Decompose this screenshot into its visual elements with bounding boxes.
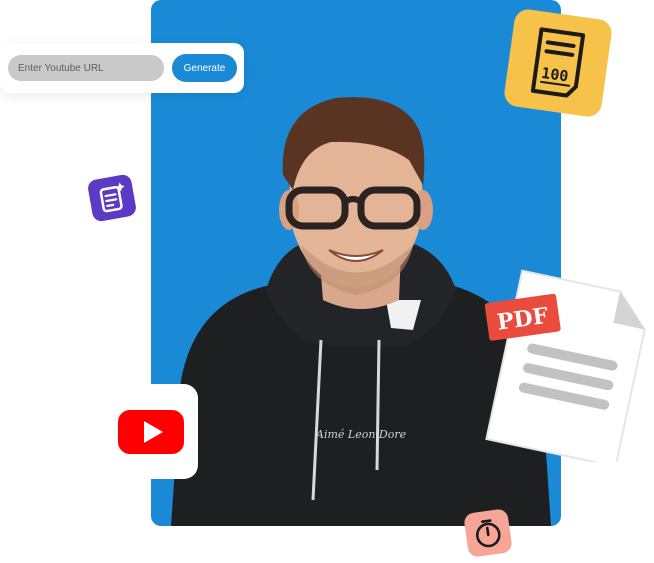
youtube-card bbox=[112, 384, 198, 479]
document-ai-icon bbox=[99, 182, 125, 213]
pdf-document-icon: PDF bbox=[484, 269, 646, 468]
youtube-url-input[interactable] bbox=[8, 55, 164, 81]
document-ai-badge bbox=[86, 173, 138, 223]
timer-badge bbox=[463, 508, 513, 558]
pdf-document-illustration: PDF bbox=[464, 262, 650, 468]
timer-icon bbox=[475, 519, 501, 548]
score-badge: 100 bbox=[502, 7, 614, 119]
hoodie-text: Aimé Leon Dore bbox=[315, 428, 407, 441]
youtube-icon bbox=[118, 410, 184, 454]
youtube-url-form: Generate bbox=[0, 43, 244, 93]
generate-button[interactable]: Generate bbox=[172, 54, 237, 82]
score-paper-icon: 100 bbox=[530, 27, 586, 98]
